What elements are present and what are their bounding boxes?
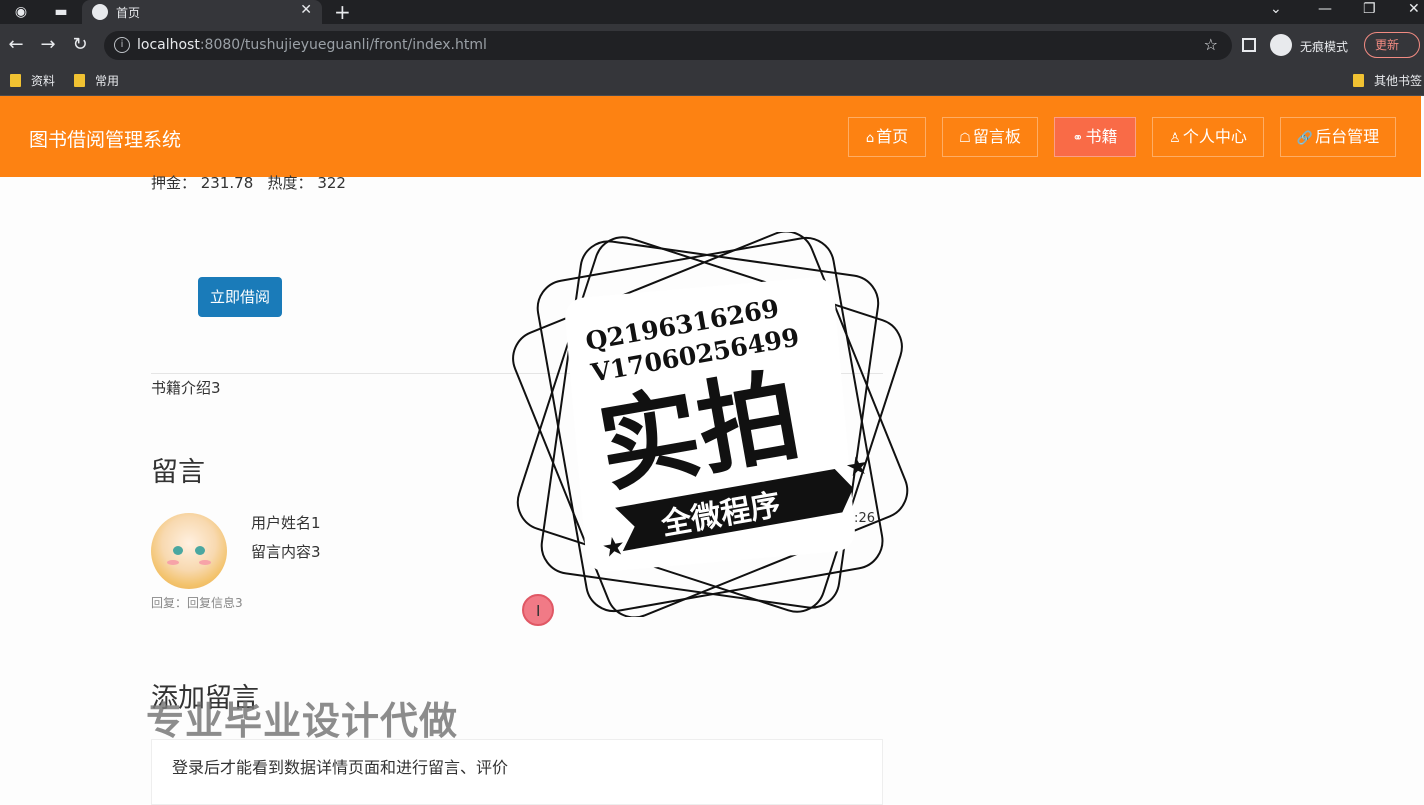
- comment-content: 留言内容3: [251, 543, 321, 561]
- comment-reply: 回复：回复信息3: [151, 596, 243, 610]
- browser-tab-strip: ◉ ▬ 首页 ✕ + ⌄ — ❐ ✕: [0, 0, 1424, 24]
- site-header: 图书借阅管理系统 ⌂ 首页 ☖ 留言板 ⚭ 书籍 ♙ 个人中心 🔗 后台管理: [0, 96, 1421, 177]
- bookmark-folder[interactable]: 常用: [74, 72, 119, 89]
- message-icon: ☖: [959, 131, 971, 146]
- comments-heading: 留言: [151, 457, 205, 488]
- borrow-button[interactable]: 立即借阅: [198, 277, 282, 317]
- forward-icon[interactable]: →: [37, 34, 59, 55]
- minimize-icon[interactable]: —: [1318, 1, 1332, 17]
- update-button[interactable]: 更新: [1364, 32, 1420, 58]
- side-panel-icon[interactable]: [1242, 38, 1256, 52]
- folder-icon: [74, 74, 85, 87]
- login-notice: 登录后才能看到数据详情页面和进行留言、评价: [172, 758, 509, 777]
- book-stats: 押金： 231.78 热度： 322: [151, 174, 346, 192]
- nav-personal-center[interactable]: ♙ 个人中心: [1152, 117, 1264, 157]
- url-input[interactable]: i localhost:8080/tushujieyueguanli/front…: [104, 31, 1232, 60]
- chevron-down-icon[interactable]: ⌄: [1270, 1, 1282, 17]
- user-icon: ♙: [1169, 131, 1181, 146]
- bookmark-folder[interactable]: 资料: [10, 72, 55, 89]
- globe-icon: [92, 4, 108, 20]
- browser-tab[interactable]: 首页 ✕: [82, 0, 322, 24]
- info-icon[interactable]: i: [114, 37, 130, 53]
- watermark-stamp: Q2196316269 V17060256499 实拍 全微程序 ★ ★: [512, 232, 909, 617]
- home-icon: ⌂: [865, 131, 875, 146]
- incognito-label: 无痕模式: [1300, 40, 1349, 54]
- link-icon: 🔗: [1296, 131, 1314, 146]
- url-text: localhost:8080/tushujieyueguanli/front/i…: [137, 37, 487, 53]
- incognito-icon[interactable]: [1270, 34, 1292, 56]
- book-icon: ⚭: [1072, 131, 1084, 146]
- book-intro: 书籍介绍3: [151, 379, 221, 397]
- nav-books[interactable]: ⚭ 书籍: [1054, 117, 1136, 157]
- login-notice-box: 登录后才能看到数据详情页面和进行留言、评价: [151, 739, 883, 805]
- site-title: 图书借阅管理系统: [29, 129, 182, 151]
- bookmarks-bar: 资料 常用 其他书签: [0, 66, 1424, 96]
- folder-icon: [10, 74, 21, 87]
- other-bookmarks[interactable]: 其他书签: [1353, 72, 1422, 89]
- nav-message-board[interactable]: ☖ 留言板: [942, 117, 1038, 157]
- new-tab-icon[interactable]: +: [334, 0, 351, 24]
- tab-title: 首页: [116, 6, 141, 20]
- avatar: [151, 513, 227, 589]
- watermark-overlay: 专业毕业设计代做: [146, 699, 459, 743]
- nav-admin[interactable]: 🔗 后台管理: [1280, 117, 1396, 157]
- back-icon[interactable]: ←: [5, 34, 27, 55]
- restore-icon[interactable]: ❐: [1363, 1, 1376, 17]
- address-bar: ← → ↻ i localhost:8080/tushujieyueguanli…: [0, 24, 1424, 66]
- globe-icon[interactable]: ◉: [12, 3, 30, 21]
- window-icon[interactable]: ▬: [52, 3, 70, 21]
- star-icon[interactable]: ☆: [1204, 35, 1218, 54]
- reload-icon[interactable]: ↻: [69, 34, 91, 55]
- close-window-icon[interactable]: ✕: [1408, 1, 1420, 17]
- folder-icon: [1353, 74, 1364, 87]
- close-icon[interactable]: ✕: [300, 2, 312, 18]
- nav-home[interactable]: ⌂ 首页: [848, 117, 926, 157]
- comment-user: 用户姓名1: [251, 514, 321, 532]
